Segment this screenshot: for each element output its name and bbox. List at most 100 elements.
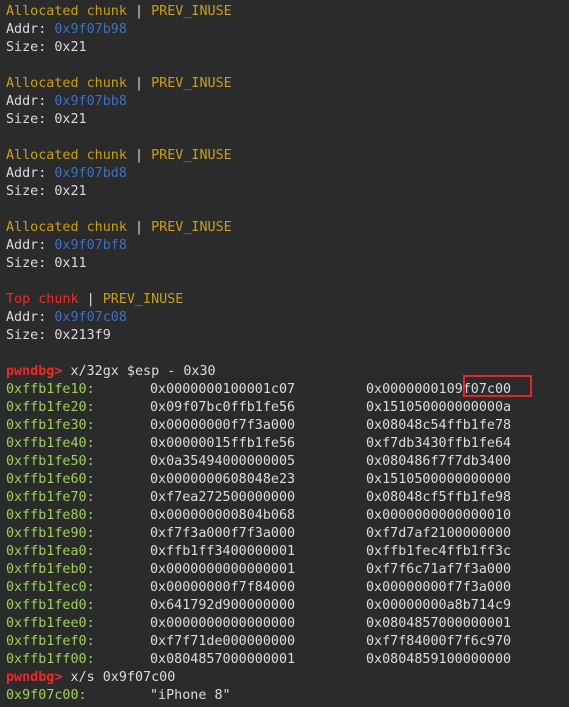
memory-value-2: 0x151050000000000a: [366, 400, 512, 415]
memory-value-2: 0xf7f6c71af7f3a000: [366, 562, 512, 577]
chunk-separator: |: [126, 148, 152, 163]
memory-value-2: 0x0804857000000001: [366, 616, 512, 631]
memory-address: 0xffb1fef0:: [6, 634, 95, 649]
chunk-type: Allocated chunk: [6, 76, 127, 91]
chunk-flag: PREV_INUSE: [151, 4, 232, 19]
addr-label: Addr:: [6, 94, 55, 109]
chunk-size-row: Size: 0x11: [6, 255, 569, 273]
highlight-box: [463, 375, 532, 397]
chunk-addr-row: Addr: 0x9f07bd8: [6, 165, 569, 183]
memory-address: 0xffb1fee0:: [6, 616, 95, 631]
memory-value-1: 0x0000000608048e23: [150, 472, 296, 487]
memory-address: 0xffb1fe10:: [6, 382, 95, 397]
memory-address: 0xffb1fed0:: [6, 598, 95, 613]
addr-label: Addr:: [6, 22, 55, 37]
memory-value-2: 0x08048c54ffb1fe78: [366, 418, 512, 433]
memory-value-2: 0x08048cf5ffb1fe98: [366, 490, 512, 505]
memory-address: 0xffb1fe70:: [6, 490, 95, 505]
memory-address: 0xffb1fea0:: [6, 544, 95, 559]
chunk-header: Top chunk | PREV_INUSE: [6, 291, 569, 309]
addr-label: Addr:: [6, 310, 55, 325]
chunk-addr-row: Addr: 0x9f07bf8: [6, 237, 569, 255]
memory-value-1: 0x00000015ffb1fe56: [150, 436, 296, 451]
chunk-size-row: Size: 0x21: [6, 183, 569, 201]
chunk-address: 0x9f07b98: [54, 22, 127, 37]
memory-row: 0xffb1fec0: 0x00000000f7f84000 0x00000000f…: [6, 579, 569, 597]
chunk-addr-row: Addr: 0x9f07c08: [6, 309, 569, 327]
chunk-address: 0x9f07bd8: [54, 166, 127, 181]
chunk-separator: |: [126, 220, 152, 235]
chunk-header: Allocated chunk | PREV_INUSE: [6, 147, 569, 165]
memory-value-1: 0x000000000804b068: [150, 508, 296, 523]
memory-value-1: 0x641792d900000000: [150, 598, 296, 613]
size-label: Size:: [6, 328, 55, 343]
memory-row: 0xffb1fe80: 0x000000000804b068 0x000000000…: [6, 507, 569, 525]
pwndbg-prompt: pwndbg>: [6, 364, 71, 379]
memory-row: 0xffb1fe30: 0x00000000f7f3a000 0x08048c54f…: [6, 417, 569, 435]
chunk-type: Allocated chunk: [6, 4, 127, 19]
memory-value-2: 0xf7f84000f7f6c970: [366, 634, 512, 649]
memory-value-1: 0xffb1ff3400000001: [150, 544, 296, 559]
memory-value-2: 0xf7d7af2100000000: [366, 526, 512, 541]
chunk-size-row: Size: 0x213f9: [6, 327, 569, 345]
addr-label: Addr:: [6, 166, 55, 181]
memory-value-2: 0x00000000f7f3a000: [366, 580, 512, 595]
size-label: Size:: [6, 112, 55, 127]
memory-value-1: 0x0804857000000001: [150, 652, 296, 667]
chunk-size: 0x21: [54, 112, 87, 127]
memory-value-2: 0x000000010: [366, 382, 455, 397]
memory-address: 0xffb1fe60:: [6, 472, 95, 487]
heap-chunk: Allocated chunk | PREV_INUSE Addr: 0x9f07…: [6, 3, 569, 75]
chunk-header: Allocated chunk | PREV_INUSE: [6, 3, 569, 21]
memory-value-1: 0x00000000f7f84000: [150, 580, 296, 595]
memory-value-1: 0x00000000f7f3a000: [150, 418, 296, 433]
chunk-addr-row: Addr: 0x9f07bb8: [6, 93, 569, 111]
memory-address: 0xffb1fe40:: [6, 436, 95, 451]
size-label: Size:: [6, 40, 55, 55]
memory-value-2: 0xf7db3430ffb1fe64: [366, 436, 512, 451]
memory-value-2: 0x0000000000000010: [366, 508, 512, 523]
chunk-size: 0x21: [54, 184, 87, 199]
memory-dump: 0xffb1fe10: 0x0000000100001c07 0x000000010…: [6, 381, 569, 669]
string-value: "iPhone 8": [150, 688, 231, 703]
memory-address: 0xffb1fe50:: [6, 454, 95, 469]
chunk-header: Allocated chunk | PREV_INUSE: [6, 219, 569, 237]
addr-label: Addr:: [6, 238, 55, 253]
chunk-address: 0x9f07bb8: [54, 94, 127, 109]
chunk-header: Allocated chunk | PREV_INUSE: [6, 75, 569, 93]
memory-value-1: 0x0a35494000000005: [150, 454, 296, 469]
chunk-separator: |: [126, 4, 152, 19]
memory-row: 0xffb1fe40: 0x00000015ffb1fe56 0xf7db3430f…: [6, 435, 569, 453]
memory-row: 0xffb1feb0: 0x0000000000000001 0xf7f6c71af…: [6, 561, 569, 579]
chunk-size: 0x213f9: [54, 328, 111, 343]
memory-row: 0xffb1fee0: 0x0000000000000000 0x080485700…: [6, 615, 569, 633]
heap-chunk: Allocated chunk | PREV_INUSE Addr: 0x9f07…: [6, 75, 569, 147]
chunk-type: Allocated chunk: [6, 220, 127, 235]
size-label: Size:: [6, 256, 55, 271]
chunk-separator: |: [78, 292, 103, 307]
memory-row: 0xffb1fe90: 0xf7f3a000f7f3a000 0xf7d7af210…: [6, 525, 569, 543]
chunk-separator: |: [126, 76, 152, 91]
memory-value-1: 0x0000000100001c07: [150, 382, 296, 397]
chunk-flag: PREV_INUSE: [151, 76, 232, 91]
memory-value-1: 0x09f07bc0ffb1fe56: [150, 400, 296, 415]
memory-value-2: 0x0804859100000000: [366, 652, 512, 667]
memory-row: 0xffb1fe60: 0x0000000608048e23 0x151050000…: [6, 471, 569, 489]
memory-value-2: 0x080486f7f7db3400: [366, 454, 512, 469]
memory-address: 0xffb1ff00:: [6, 652, 95, 667]
memory-value-2: 0x00000000a8b714c9: [366, 598, 512, 613]
size-label: Size:: [6, 184, 55, 199]
memory-row: 0xffb1ff00: 0x0804857000000001 0x080485910…: [6, 651, 569, 669]
memory-value-1: 0xf7ea272500000000: [150, 490, 296, 505]
terminal-window[interactable]: Allocated chunk | PREV_INUSE Addr: 0x9f07…: [0, 0, 569, 707]
memory-value-1: 0x0000000000000001: [150, 562, 296, 577]
memory-row: 0xffb1fe50: 0x0a35494000000005 0x080486f7f…: [6, 453, 569, 471]
memory-address: 0xffb1feb0:: [6, 562, 95, 577]
chunk-size-row: Size: 0x21: [6, 39, 569, 57]
chunk-flag: PREV_INUSE: [151, 220, 232, 235]
chunk-size: 0x21: [54, 40, 87, 55]
memory-row: 0xffb1fed0: 0x641792d900000000 0x00000000a…: [6, 597, 569, 615]
